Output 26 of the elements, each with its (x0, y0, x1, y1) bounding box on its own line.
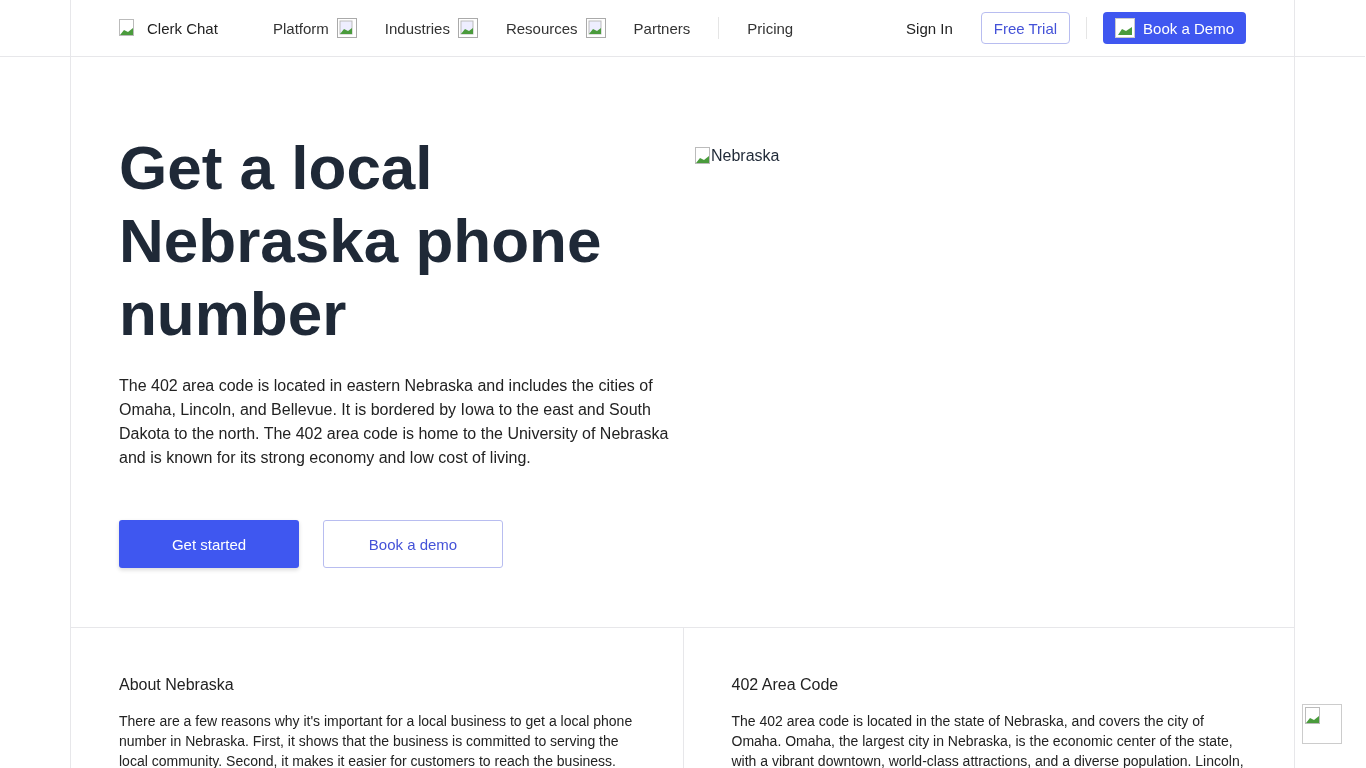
broken-image-icon (1305, 707, 1321, 725)
get-started-button[interactable]: Get started (119, 520, 299, 568)
nav-link[interactable]: Platform (273, 19, 329, 37)
broken-image-icon (119, 19, 135, 37)
section-heading: About Nebraska (119, 676, 235, 694)
nav-link[interactable]: Pricing (747, 19, 794, 37)
broken-image-icon (695, 147, 711, 165)
brand-name[interactable]: Clerk Chat (147, 19, 218, 37)
section-text: The 402 area code is located in the state of Nebraska, and covers the city of Omaha. Omaha, the largest city in Nebraska, is the economic center of the state, with a vibrant downtown, world-class attractions, and a diverse population. Lincoln, (731, 712, 1245, 768)
section-heading: 402 Area Code (731, 676, 840, 694)
hero-description: The 402 area code is located in eastern Nebraska and includes the cities of Omaha, Lincoln, and Bellevue. It is bordered by Iowa to the east and South Dakota to the north. The 402 area code is home to the University of Nebraska and is known for its strong economy and low cost of living. (119, 376, 670, 468)
free-trial-button[interactable]: Free Trial (980, 12, 1071, 44)
broken-image-icon (1115, 18, 1136, 38)
sign-in-link[interactable]: Sign In (906, 19, 953, 37)
book-demo-button[interactable]: Book a Demo (1103, 12, 1246, 44)
broken-image-icon (336, 18, 357, 38)
image-alt-text: Nebraska (711, 147, 780, 165)
chat-widget-button[interactable] (1302, 704, 1342, 744)
nav-link[interactable]: Industries (384, 19, 450, 37)
hero-title: Get a local Nebraska phone number (119, 132, 603, 350)
broken-image-icon (457, 18, 478, 38)
nav-link[interactable]: Partners (633, 19, 691, 37)
book-demo-button[interactable]: Book a demo (323, 520, 503, 568)
nav-link[interactable]: Resources (505, 19, 578, 37)
broken-image-icon (585, 18, 606, 38)
section-text: There are a few reasons why it's important for a local business to get a local phone number in Nebraska. First, it shows that the business is committed to serving the local community. Second, it makes it easier for customers to reach the business. (119, 712, 634, 768)
